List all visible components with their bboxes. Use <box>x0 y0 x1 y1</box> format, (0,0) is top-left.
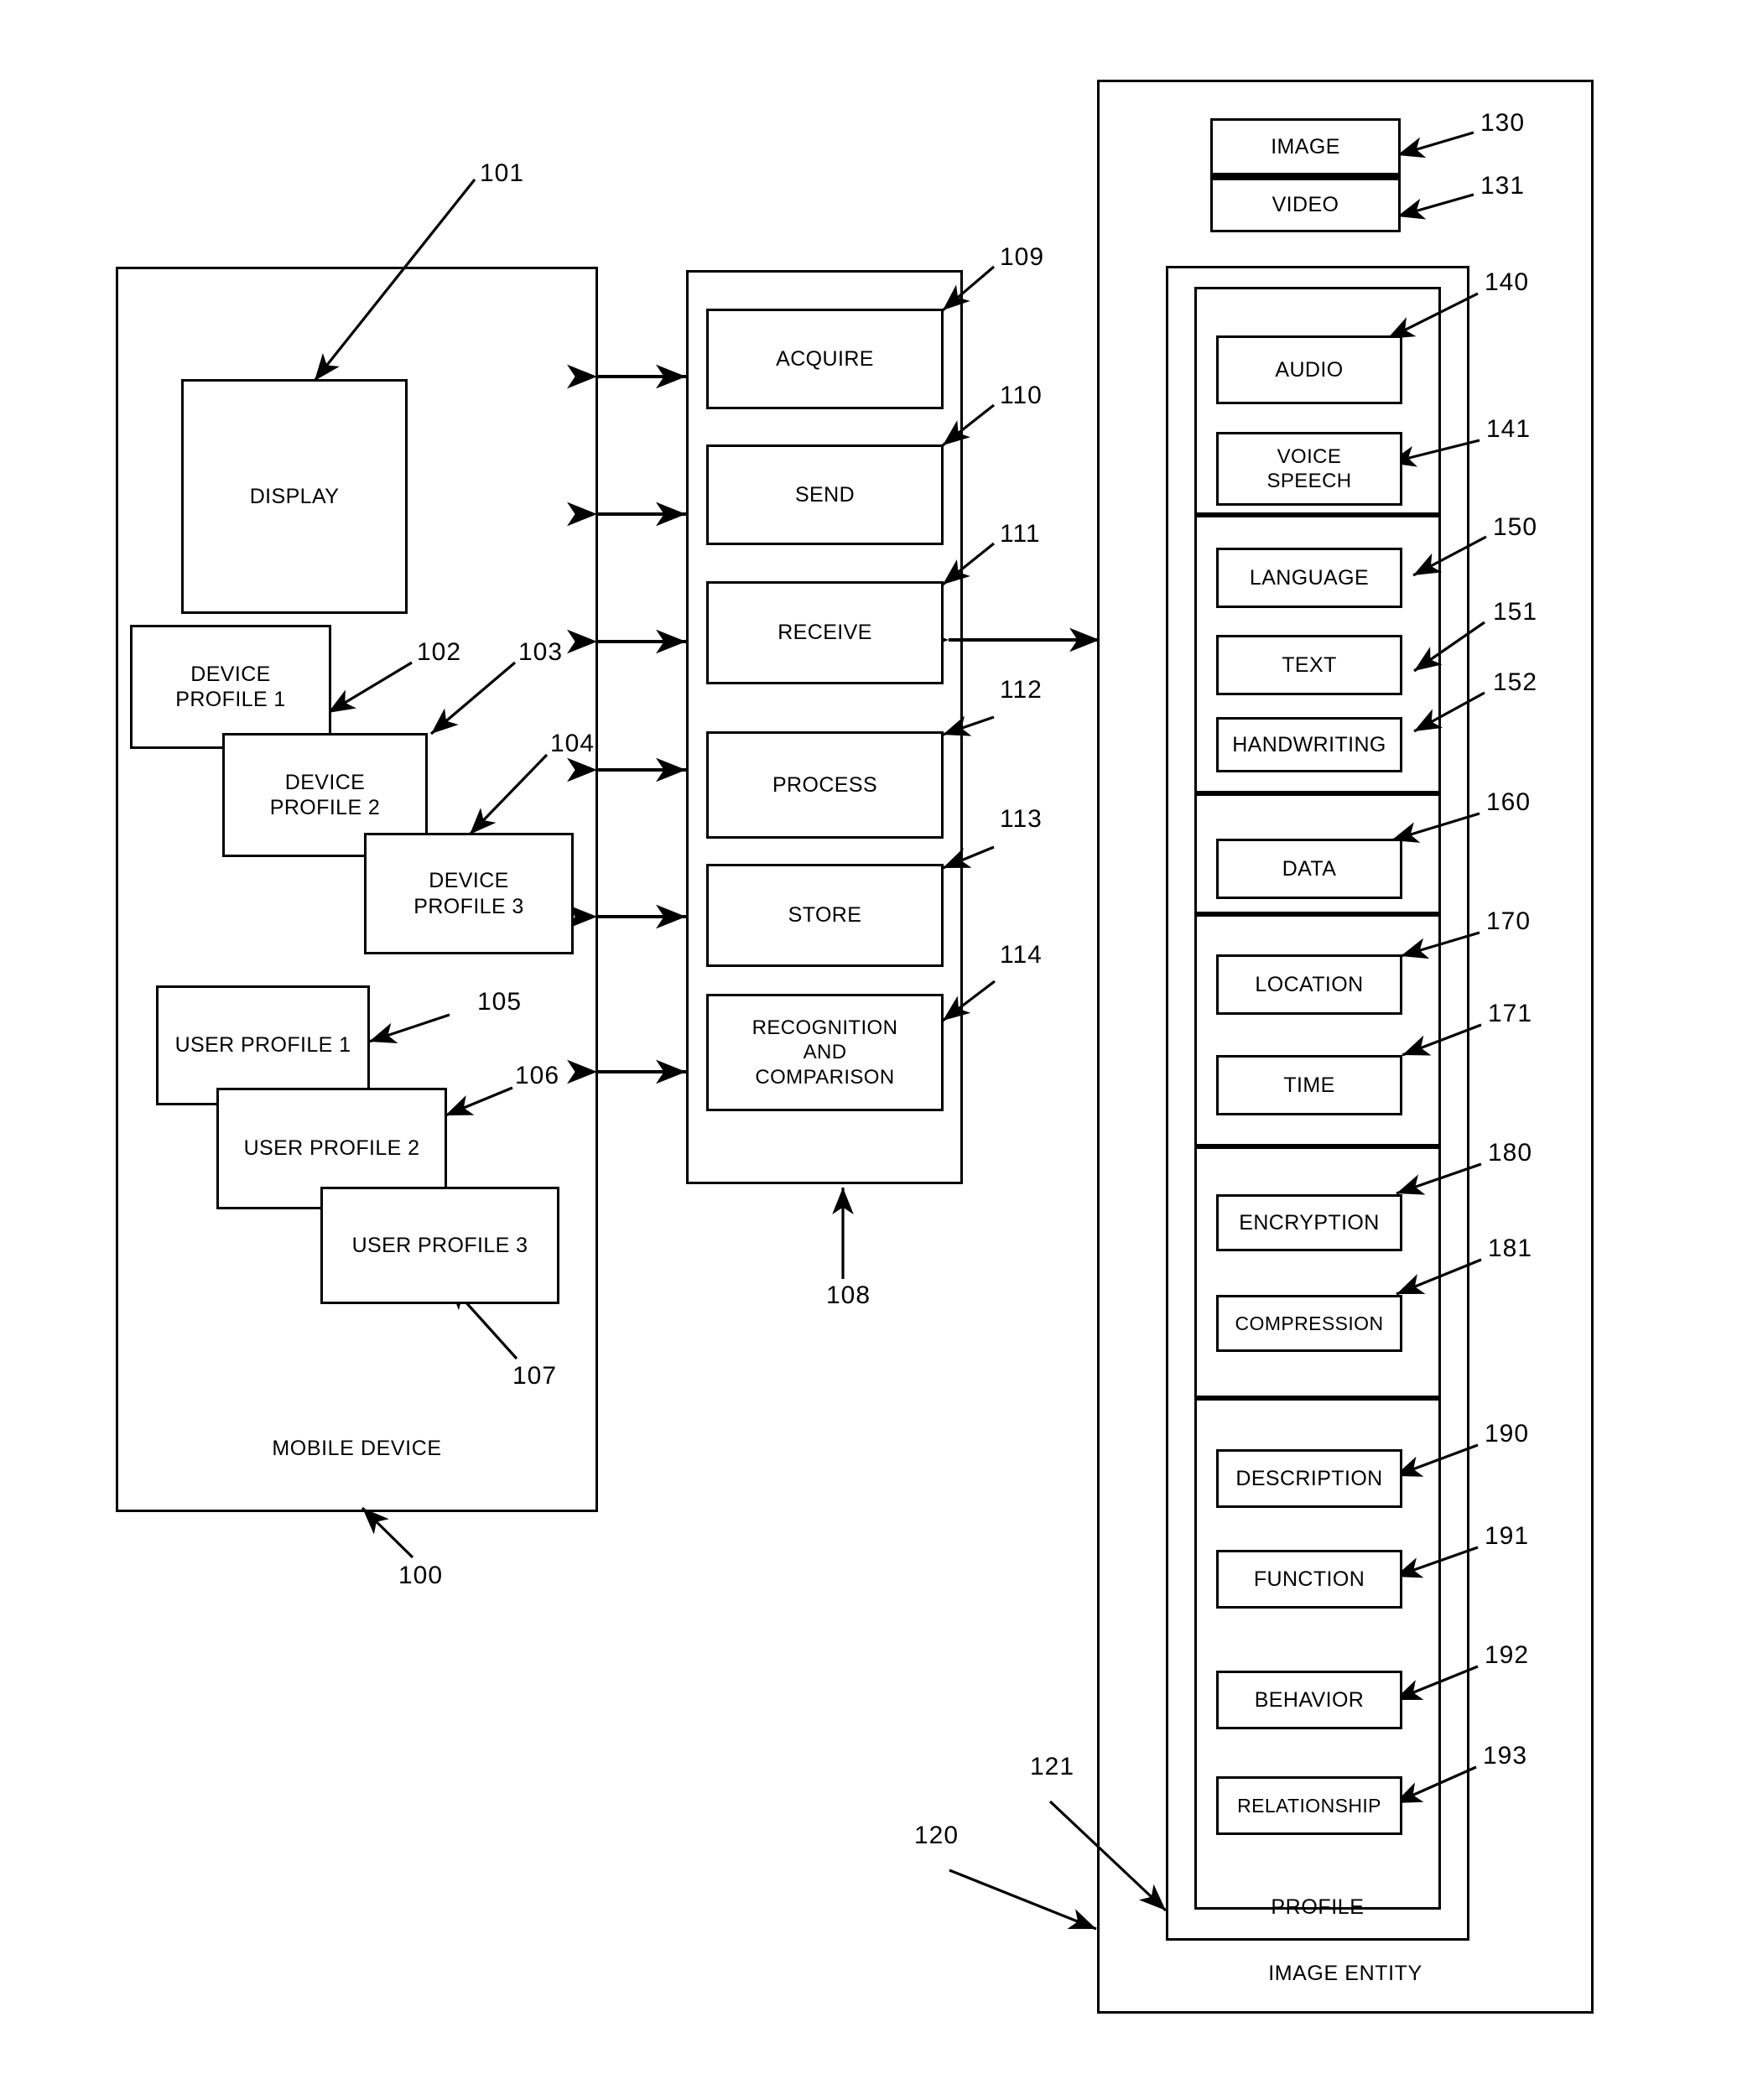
ref-102: 102 <box>417 638 462 666</box>
handwriting-box[interactable]: HANDWRITING <box>1216 717 1402 772</box>
ref-181: 181 <box>1488 1235 1533 1262</box>
ref-113: 113 <box>1000 805 1043 833</box>
ref-170: 170 <box>1486 907 1532 935</box>
ref-103: 103 <box>518 638 564 666</box>
ref-190: 190 <box>1485 1420 1530 1448</box>
location-box[interactable]: LOCATION <box>1216 954 1402 1015</box>
ref-191: 191 <box>1485 1522 1530 1550</box>
process-box[interactable]: PROCESS <box>706 731 944 839</box>
ref-130: 130 <box>1480 109 1526 137</box>
ref-121: 121 <box>1030 1753 1075 1780</box>
ref-152: 152 <box>1493 668 1538 696</box>
receive-box[interactable]: RECEIVE <box>706 581 944 684</box>
display-box[interactable]: DISPLAY <box>181 379 408 614</box>
ref-106: 106 <box>515 1062 560 1089</box>
function-box[interactable]: FUNCTION <box>1216 1550 1402 1609</box>
ref-131: 131 <box>1480 172 1526 200</box>
ref-108: 108 <box>826 1281 871 1309</box>
ref-107: 107 <box>512 1362 558 1390</box>
device-profile-3-box[interactable]: DEVICE PROFILE 3 <box>364 833 574 954</box>
ref-140: 140 <box>1485 268 1530 296</box>
video-box[interactable]: VIDEO <box>1210 175 1401 232</box>
ref-180: 180 <box>1488 1139 1533 1167</box>
text-box[interactable]: TEXT <box>1216 635 1402 695</box>
user-profile-3-box[interactable]: USER PROFILE 3 <box>320 1187 559 1304</box>
language-box[interactable]: LANGUAGE <box>1216 548 1402 608</box>
store-box[interactable]: STORE <box>706 864 944 967</box>
ref-171: 171 <box>1488 1000 1533 1027</box>
patent-figure: MOBILE DEVICE DISPLAY DEVICE PROFILE 1 D… <box>0 0 1737 2100</box>
audio-box[interactable]: AUDIO <box>1216 335 1402 404</box>
description-box[interactable]: DESCRIPTION <box>1216 1449 1402 1508</box>
relationship-box[interactable]: RELATIONSHIP <box>1216 1776 1402 1835</box>
send-box[interactable]: SEND <box>706 444 944 545</box>
mobile-device-label: MOBILE DEVICE <box>272 1437 442 1460</box>
ref-111: 111 <box>1000 520 1041 548</box>
ref-101: 101 <box>480 159 525 187</box>
ref-112: 112 <box>1000 676 1043 704</box>
ref-104: 104 <box>550 730 595 757</box>
ref-105: 105 <box>477 988 523 1016</box>
ref-193: 193 <box>1483 1742 1528 1770</box>
encryption-box[interactable]: ENCRYPTION <box>1216 1194 1402 1251</box>
ref-100: 100 <box>398 1562 444 1589</box>
ref-109: 109 <box>1000 243 1045 271</box>
device-profile-1-box[interactable]: DEVICE PROFILE 1 <box>130 625 331 749</box>
recognition-and-comparison-box[interactable]: RECOGNITION AND COMPARISON <box>706 994 944 1111</box>
profile-group-encryption <box>1194 1146 1441 1398</box>
image-entity-label: IMAGE ENTITY <box>1268 1962 1422 1985</box>
ref-160: 160 <box>1486 788 1532 816</box>
time-box[interactable]: TIME <box>1216 1055 1402 1115</box>
ref-141: 141 <box>1486 415 1532 443</box>
data-box[interactable]: DATA <box>1216 839 1402 899</box>
compression-box[interactable]: COMPRESSION <box>1216 1295 1402 1352</box>
ref-192: 192 <box>1485 1641 1530 1669</box>
ref-114: 114 <box>1000 941 1043 969</box>
ref-110: 110 <box>1000 382 1043 409</box>
voice-speech-box[interactable]: VOICE SPEECH <box>1216 432 1402 506</box>
ref-120: 120 <box>914 1822 960 1849</box>
acquire-box[interactable]: ACQUIRE <box>706 309 944 409</box>
behavior-box[interactable]: BEHAVIOR <box>1216 1671 1402 1729</box>
ref-150: 150 <box>1493 513 1538 541</box>
image-box[interactable]: IMAGE <box>1210 118 1401 175</box>
ref-151: 151 <box>1493 598 1538 626</box>
